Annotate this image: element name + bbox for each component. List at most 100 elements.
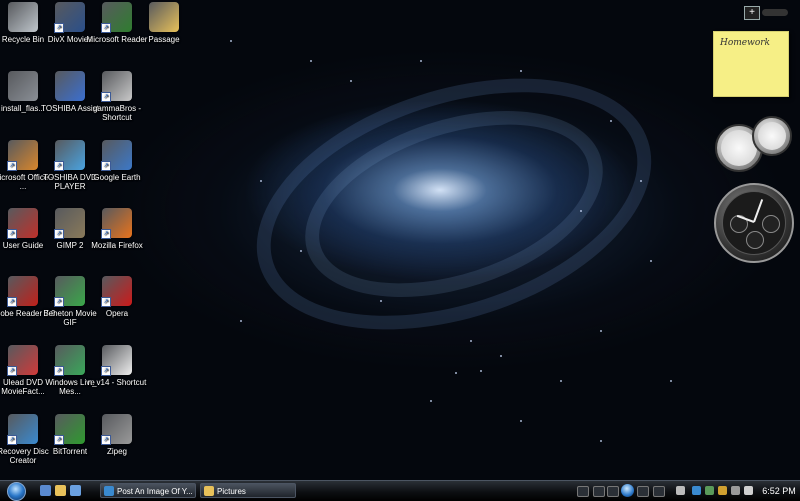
clock-gadget[interactable] — [714, 183, 794, 263]
desktop-icon-label: Opera — [105, 309, 129, 318]
shortcut-arrow-icon: ↗ — [101, 297, 111, 307]
tray-expand-icon[interactable] — [676, 486, 685, 495]
taskbar-window-button[interactable]: Pictures — [200, 483, 296, 498]
desktop-icon-label: Passage — [148, 35, 180, 44]
star — [350, 80, 352, 82]
star — [640, 180, 642, 182]
document-icon: ↗ — [101, 345, 132, 376]
desktop-icon-label: n_v14 - Shortcut — [87, 378, 147, 387]
shortcut-arrow-icon: ↗ — [101, 92, 111, 102]
notes-gadget[interactable]: Homework — [713, 31, 789, 97]
taskbar-window-label: Pictures — [217, 487, 246, 496]
shortcut-arrow-icon: ↗ — [101, 161, 111, 171]
update-tray-icon[interactable] — [705, 486, 714, 495]
shortcut-arrow-icon: ↗ — [54, 161, 64, 171]
note-text: Homework — [720, 38, 771, 48]
taskbar-clock[interactable]: 6:52 PM — [760, 481, 798, 501]
network-tray-icon[interactable] — [692, 486, 701, 495]
office-icon: ↗ — [7, 140, 38, 171]
opera-icon: ↗ — [101, 276, 132, 307]
star — [380, 300, 382, 302]
sidebar-controls: + — [744, 6, 790, 20]
shortcut-arrow-icon: ↗ — [7, 229, 17, 239]
desktop-icon-label: Mozilla Firefox — [91, 241, 143, 250]
desktop-icon[interactable]: ↗ n_v14 - Shortcut — [84, 345, 150, 387]
add-gadget-button[interactable]: + — [744, 6, 760, 20]
media-player-toolbar — [575, 484, 670, 498]
desktop-icon[interactable]: ↗ Google Earth — [84, 140, 150, 182]
dvd-player-icon: ↗ — [54, 140, 85, 171]
star — [600, 440, 602, 442]
star — [300, 250, 302, 252]
star — [600, 330, 602, 332]
firefox-icon: ↗ — [101, 208, 132, 239]
star — [480, 370, 482, 372]
star — [260, 180, 262, 182]
taskbar-window-label: Post An Image Of Y... — [117, 487, 193, 496]
desktop-icon-label: gammaBros - Shortcut — [92, 104, 141, 122]
media-window-icon[interactable] — [577, 486, 589, 497]
messenger-icon: ↗ — [54, 345, 85, 376]
ie-icon — [104, 486, 114, 496]
taskbar-window-button[interactable]: Post An Image Of Y... — [100, 483, 196, 498]
gadget-page-nav[interactable] — [762, 9, 788, 16]
shortcut-arrow-icon: ↗ — [7, 366, 17, 376]
show-desktop-icon[interactable] — [40, 485, 51, 496]
desktop-icon[interactable]: ↗ Zipeg — [84, 414, 150, 456]
star — [420, 60, 422, 62]
shortcut-arrow-icon: ↗ — [54, 297, 64, 307]
shortcut-arrow-icon: ↗ — [101, 366, 111, 376]
reader-icon: ↗ — [101, 2, 132, 33]
shortcut-arrow-icon: ↗ — [7, 161, 17, 171]
recycle-bin-icon — [8, 2, 38, 32]
star — [310, 60, 312, 62]
ulead-icon: ↗ — [7, 345, 38, 376]
star — [430, 400, 432, 402]
power-tray-icon[interactable] — [731, 486, 740, 495]
clock-subdial — [746, 231, 764, 249]
shortcut-arrow-icon: ↗ — [7, 435, 17, 445]
desktop-icon[interactable]: ↗ Opera — [84, 276, 150, 318]
star — [230, 40, 232, 42]
adobe-reader-icon: ↗ — [7, 276, 38, 307]
shortcut-arrow-icon: ↗ — [101, 23, 111, 33]
desktop-icon[interactable]: ↗ Mozilla Firefox — [84, 208, 150, 250]
windows-logo-icon — [7, 482, 26, 501]
shortcut-arrow-icon: ↗ — [54, 23, 64, 33]
star — [580, 210, 582, 212]
star — [670, 380, 672, 382]
shortcut-arrow-icon: ↗ — [7, 297, 17, 307]
desktop-icon[interactable]: ↗ gammaBros - Shortcut — [84, 71, 150, 122]
star — [470, 340, 472, 342]
star — [610, 120, 612, 122]
toshiba-assist-icon — [55, 71, 85, 101]
star — [240, 320, 242, 322]
start-button[interactable] — [2, 482, 30, 501]
user-guide-icon: ↗ — [7, 208, 38, 239]
shortcut-arrow-icon: ↗ — [54, 229, 64, 239]
star — [560, 380, 562, 382]
star — [520, 420, 522, 422]
switch-windows-icon[interactable] — [70, 485, 81, 496]
previous-icon[interactable] — [607, 486, 619, 497]
explorer-icon[interactable] — [55, 485, 66, 496]
installer-icon — [8, 71, 38, 101]
sound-tray-icon[interactable] — [744, 486, 753, 495]
bittorrent-icon: ↗ — [54, 414, 85, 445]
memory-meter-gadget[interactable] — [752, 116, 792, 156]
star — [455, 372, 457, 374]
security-tray-icon[interactable] — [718, 486, 727, 495]
zipeg-icon: ↗ — [101, 414, 132, 445]
gimp-icon: ↗ — [54, 208, 85, 239]
shortcut-arrow-icon: ↗ — [54, 435, 64, 445]
shortcut-arrow-icon: ↗ — [101, 435, 111, 445]
shortcut-arrow-icon: ↗ — [54, 366, 64, 376]
stop-icon[interactable] — [593, 486, 605, 497]
folder-icon — [204, 486, 214, 496]
next-icon[interactable] — [637, 486, 649, 497]
shortcut-arrow-icon: ↗ — [101, 229, 111, 239]
play-icon[interactable] — [621, 484, 634, 497]
divx-icon: ↗ — [54, 2, 85, 33]
desktop-icon[interactable]: Passage — [131, 2, 197, 44]
volume-icon[interactable] — [653, 486, 665, 497]
